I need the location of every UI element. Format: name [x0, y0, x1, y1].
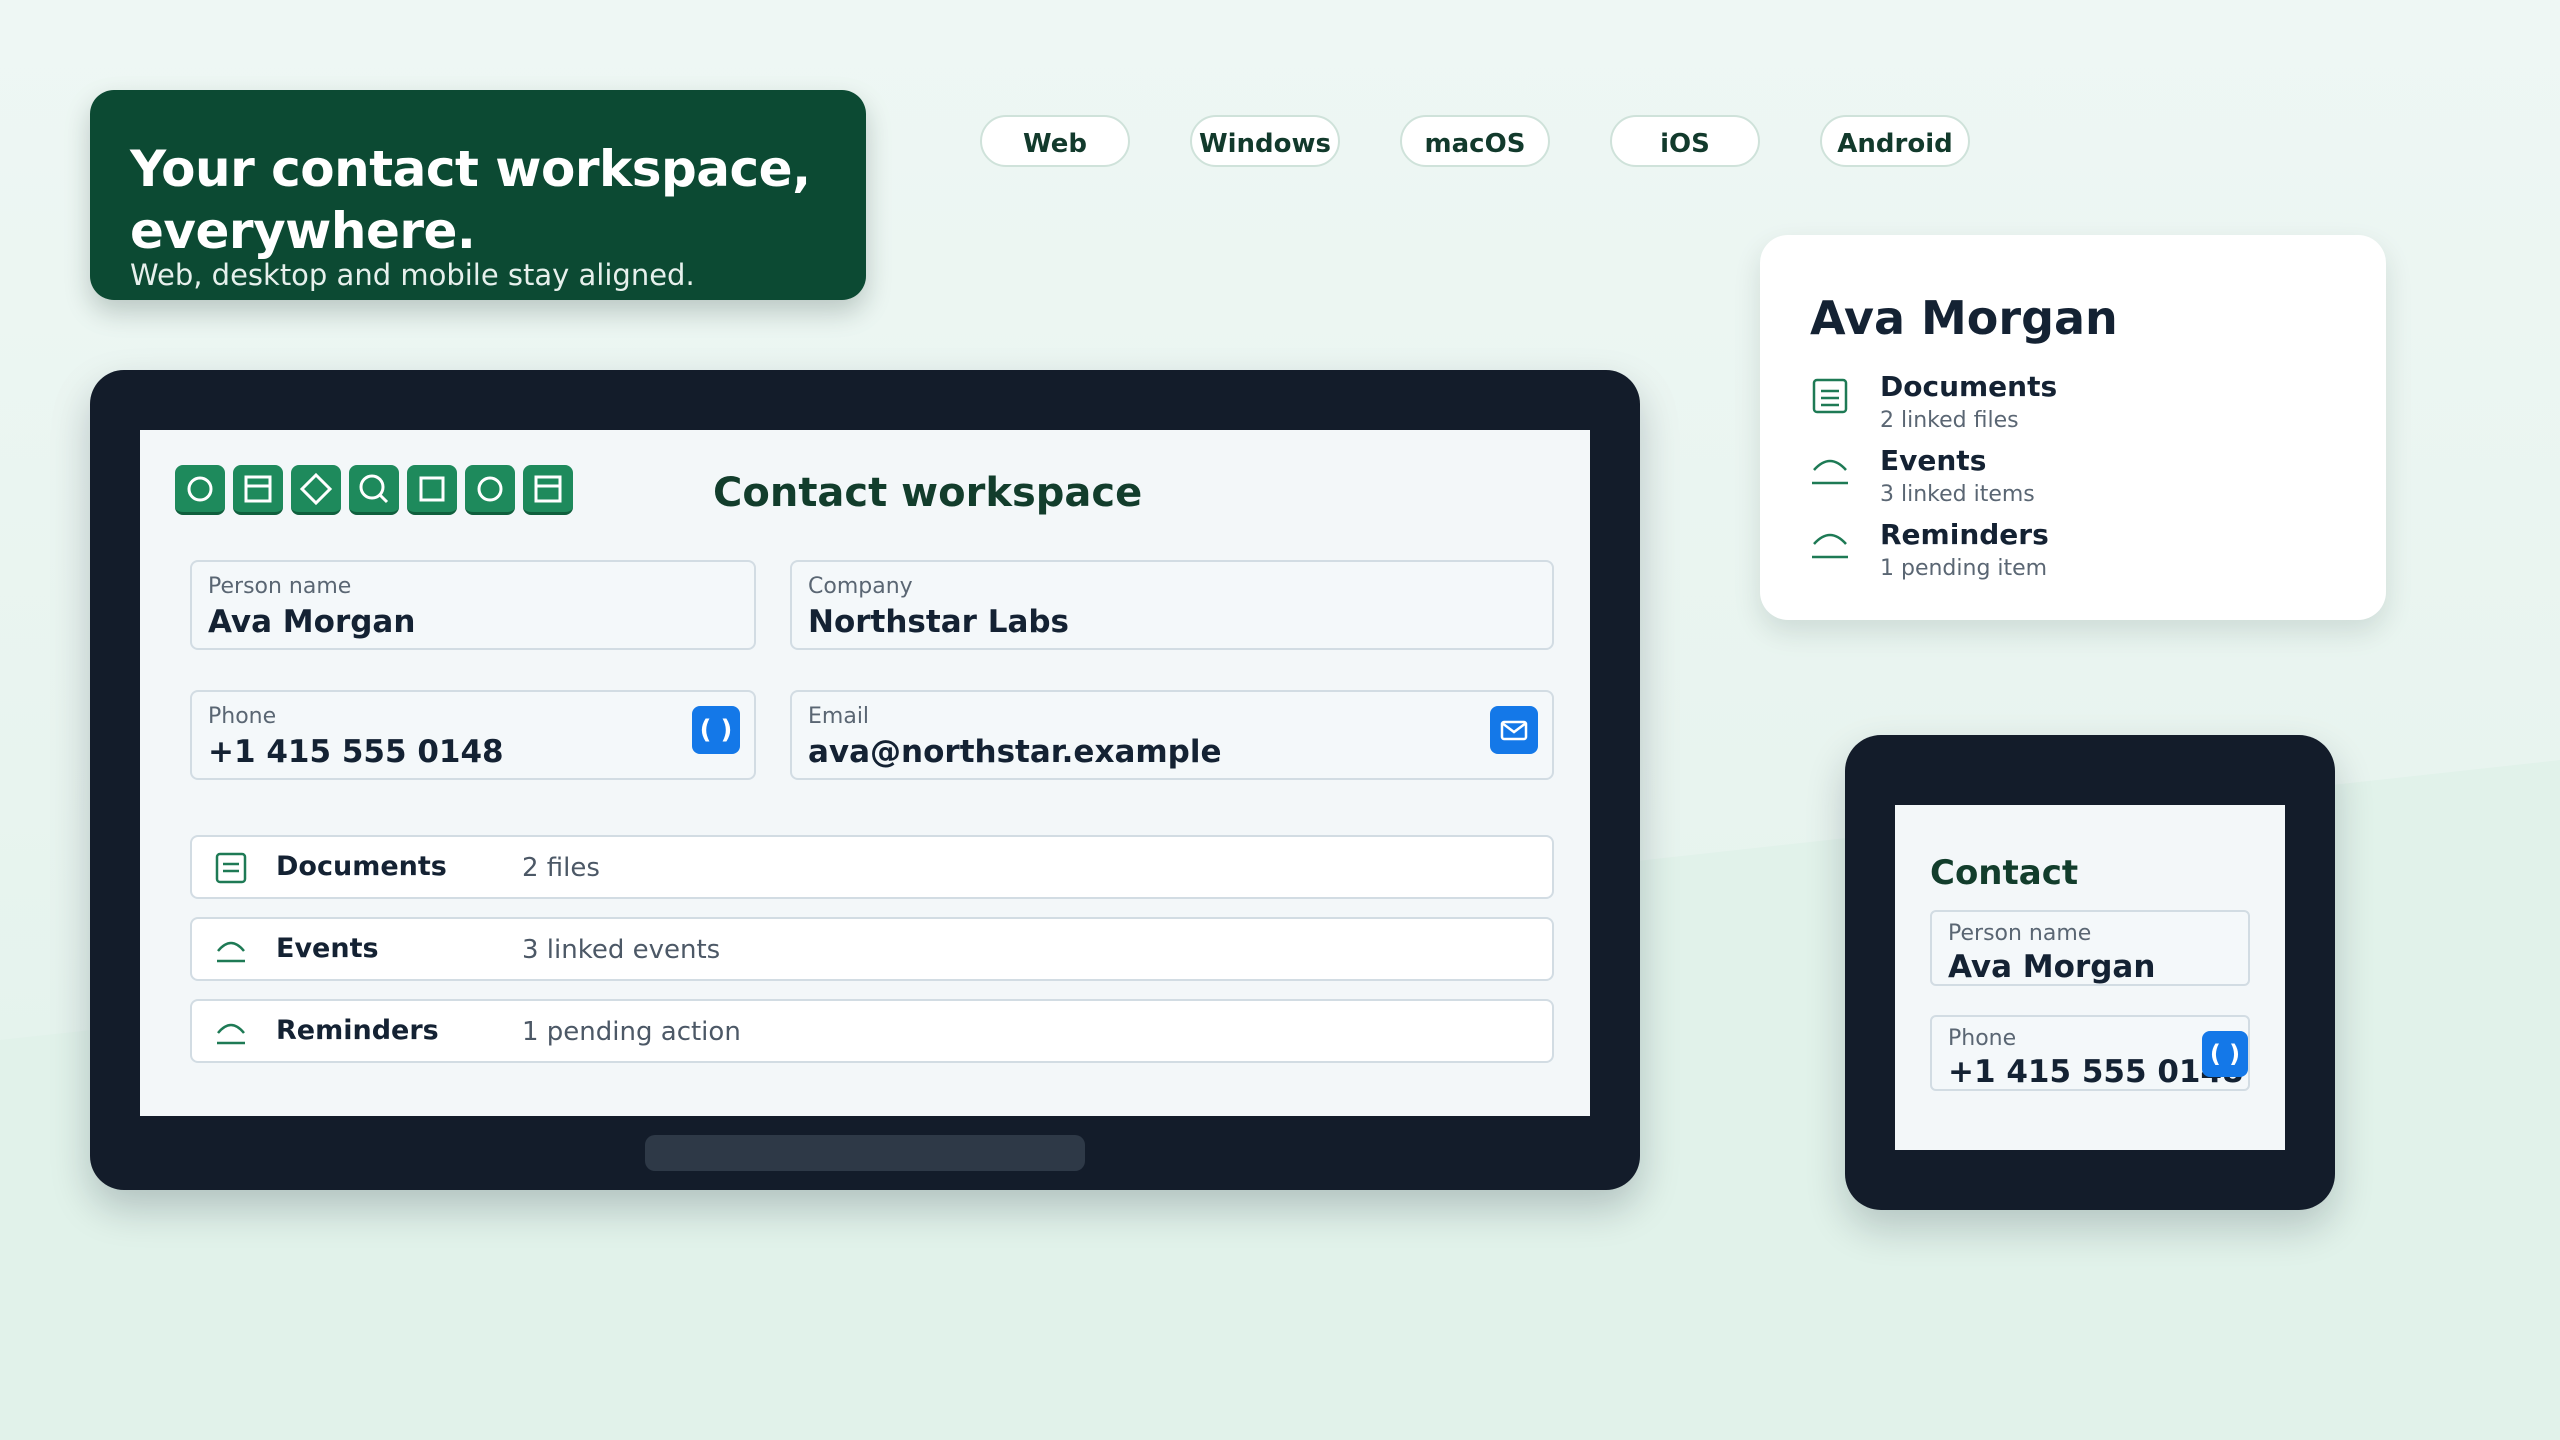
field-label: Person name	[208, 574, 352, 599]
row-events[interactable]: Events 3 linked events	[190, 917, 1554, 981]
desktop-screen: Contact workspace Person name Ava Morgan…	[140, 430, 1590, 1116]
card-item-label: Reminders	[1880, 518, 2049, 551]
square-icon[interactable]	[407, 465, 457, 515]
reminder-icon	[1812, 533, 1848, 559]
panel-icon[interactable]	[233, 465, 283, 515]
events-icon	[217, 941, 245, 963]
workspace-title: Contact workspace	[713, 470, 1143, 516]
circle-icon[interactable]	[175, 465, 225, 515]
search-icon[interactable]	[349, 465, 399, 515]
call-button[interactable]: ( )	[692, 706, 740, 754]
mobile-person-name-field[interactable]: Person name Ava Morgan	[1930, 910, 2250, 986]
document-icon	[1812, 378, 1848, 414]
mobile-device: Contact Person name Ava Morgan Phone +1 …	[1845, 735, 2335, 1210]
row-value: 3 linked events	[522, 935, 721, 965]
email-field[interactable]: Email ava@northstar.example	[790, 690, 1554, 780]
company-field[interactable]: Company Northstar Labs	[790, 560, 1554, 650]
platform-pill-android[interactable]: Android	[1820, 115, 1970, 167]
field-label: Person name	[1948, 921, 2092, 946]
mobile-phone-field[interactable]: Phone +1 415 555 0148 ( )	[1930, 1015, 2250, 1091]
card-item-sub: 2 linked files	[1880, 408, 2019, 433]
platform-pill-macos[interactable]: macOS	[1400, 115, 1550, 167]
field-label: Phone	[1948, 1026, 2017, 1051]
row-reminders[interactable]: Reminders 1 pending action	[190, 999, 1554, 1063]
card-item-documents[interactable]: Documents 2 linked files	[1810, 370, 2330, 440]
mobile-call-button[interactable]: ( )	[2202, 1031, 2248, 1077]
field-value: Ava Morgan	[208, 604, 416, 640]
diamond-icon[interactable]	[291, 465, 341, 515]
contact-summary-card: Ava Morgan Documents 2 linked files Even…	[1760, 235, 2386, 620]
card-item-reminders[interactable]: Reminders 1 pending item	[1810, 518, 2330, 588]
row-value: 1 pending action	[522, 1017, 741, 1047]
row-value: 2 files	[522, 853, 600, 883]
field-value: ava@northstar.example	[808, 734, 1222, 770]
document-icon	[215, 852, 247, 884]
reminder-icon	[217, 1023, 245, 1045]
card-item-events[interactable]: Events 3 linked items	[1810, 444, 2330, 514]
field-value: +1 415 555 0148	[208, 734, 504, 770]
toolbar	[175, 465, 573, 515]
desktop-stand	[645, 1135, 1085, 1171]
field-value: Northstar Labs	[808, 604, 1070, 640]
hero-subtitle: Web, desktop and mobile stay aligned.	[130, 258, 695, 292]
mobile-screen: Contact Person name Ava Morgan Phone +1 …	[1895, 805, 2285, 1150]
card-title: Ava Morgan	[1810, 291, 2118, 345]
platform-pill-web[interactable]: Web	[980, 115, 1130, 167]
panel-icon[interactable]	[523, 465, 573, 515]
mail-icon	[1500, 720, 1528, 741]
platform-pill-windows[interactable]: Windows	[1190, 115, 1340, 167]
row-label: Reminders	[276, 1015, 439, 1046]
field-value: +1 415 555 0148	[1948, 1054, 2244, 1090]
field-label: Email	[808, 704, 870, 729]
email-button[interactable]	[1490, 706, 1538, 754]
card-item-sub: 1 pending item	[1880, 556, 2048, 581]
platform-pill-ios[interactable]: iOS	[1610, 115, 1760, 167]
field-value: Ava Morgan	[1948, 949, 2156, 985]
field-label: Phone	[208, 704, 277, 729]
row-documents[interactable]: Documents 2 files	[190, 835, 1554, 899]
events-icon	[1812, 459, 1848, 485]
phone-field[interactable]: Phone +1 415 555 0148 ( )	[190, 690, 756, 780]
hero-banner: Your contact workspace, everywhere. Web,…	[90, 90, 866, 300]
card-item-label: Documents	[1880, 370, 2058, 403]
field-label: Company	[808, 574, 913, 599]
row-label: Events	[276, 933, 379, 964]
circle-icon[interactable]	[465, 465, 515, 515]
mobile-title: Contact	[1930, 853, 2079, 893]
row-label: Documents	[276, 851, 447, 882]
desktop-device: Contact workspace Person name Ava Morgan…	[90, 370, 1640, 1190]
card-item-sub: 3 linked items	[1880, 482, 2035, 507]
hero-title: Your contact workspace, everywhere.	[130, 140, 811, 260]
person-name-field[interactable]: Person name Ava Morgan	[190, 560, 756, 650]
card-item-label: Events	[1880, 444, 1987, 477]
